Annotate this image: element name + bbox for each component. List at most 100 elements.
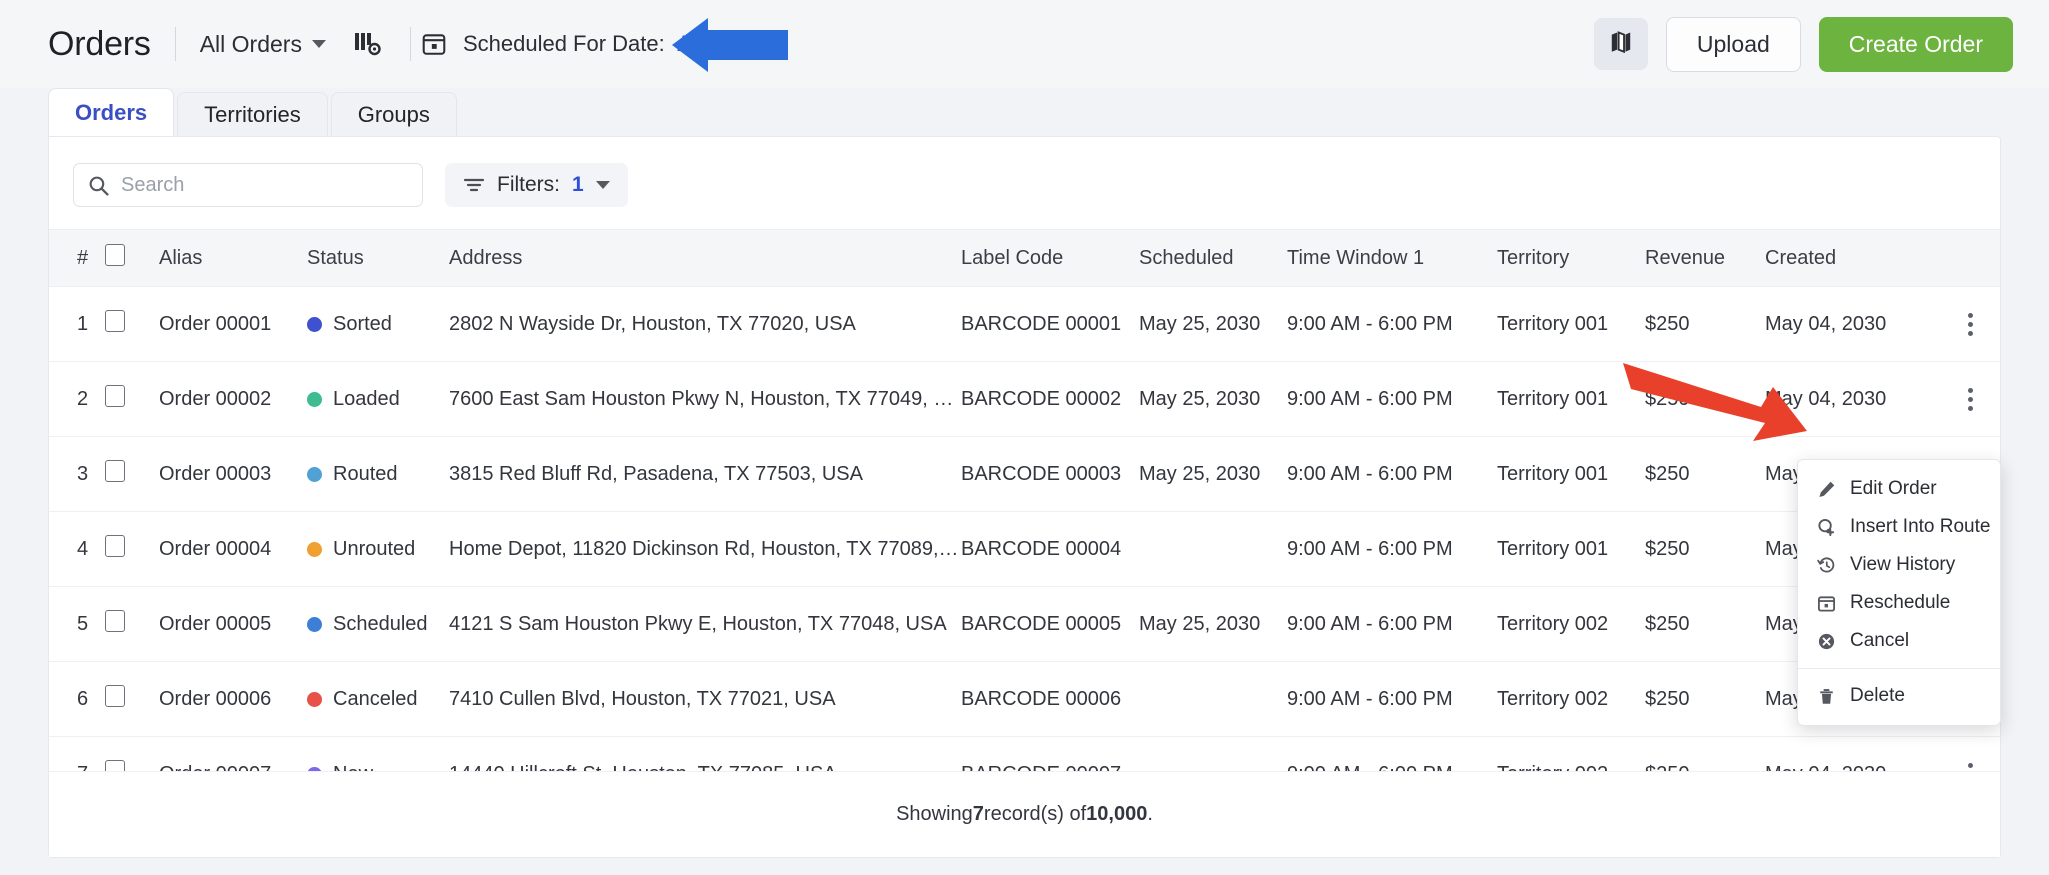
search-box[interactable]	[73, 163, 423, 207]
map-icon	[1608, 29, 1634, 60]
cell-label-code: BARCODE 00004	[961, 511, 1139, 587]
row-context-menu: Edit Order Insert Into Route View Histor…	[1797, 459, 2001, 726]
cell-territory: Territory 002	[1497, 661, 1645, 737]
cell-alias: Order 00002	[159, 361, 307, 437]
cell-time-window: 9:00 AM - 6:00 PM	[1287, 511, 1497, 587]
th-created[interactable]: Created	[1765, 229, 1940, 287]
orders-panel: Filters: 1 # Alias Status Address Label …	[48, 136, 2001, 858]
tab-groups-label: Groups	[357, 101, 430, 127]
cell-status: Loaded	[307, 361, 449, 437]
cell-scheduled: May 25, 2030	[1139, 286, 1287, 362]
status-label: Sorted	[333, 312, 392, 335]
filters-button[interactable]: Filters: 1	[445, 163, 628, 207]
columns-settings-icon[interactable]	[354, 31, 382, 57]
tab-groups[interactable]: Groups	[330, 92, 457, 136]
row-checkbox[interactable]	[105, 685, 125, 707]
cell-territory: Territory 001	[1497, 286, 1645, 362]
table-body: 1 Order 00001 Sorted 2802 N Wayside Dr, Hou…	[49, 286, 2000, 812]
cell-time-window: 9:00 AM - 6:00 PM	[1287, 661, 1497, 737]
row-checkbox[interactable]	[105, 310, 125, 332]
context-menu-divider	[1798, 668, 2000, 669]
th-address[interactable]: Address	[449, 229, 961, 287]
all-orders-dropdown[interactable]: All Orders	[200, 31, 326, 58]
cell-time-window: 9:00 AM - 6:00 PM	[1287, 286, 1497, 362]
status-dot	[307, 616, 322, 632]
cancel-circle-icon	[1816, 631, 1836, 651]
context-menu-label: Edit Order	[1850, 478, 1937, 499]
cell-created: May 04, 2030	[1765, 286, 1940, 362]
cell-index: 5	[49, 586, 105, 662]
cell-alias: Order 00003	[159, 436, 307, 512]
status-dot	[307, 316, 322, 332]
table-row[interactable]: 4 Order 00004 Unrouted Home Depot, 11820 Di…	[49, 511, 2000, 587]
tab-territories-label: Territories	[204, 101, 301, 127]
scheduled-for-date-label: Scheduled For Date:	[462, 31, 665, 56]
footer-total: 10,000	[1086, 803, 1148, 825]
footer-prefix: Showing	[896, 803, 973, 825]
table-row[interactable]: 1 Order 00001 Sorted 2802 N Wayside Dr, Hou…	[49, 286, 2000, 362]
tab-orders[interactable]: Orders	[48, 88, 175, 136]
cell-status: Canceled	[307, 661, 449, 737]
create-order-button[interactable]: Create Order	[1818, 16, 2013, 72]
row-actions-kebab-icon[interactable]	[1940, 387, 2000, 411]
trash-icon	[1816, 686, 1836, 706]
table-row[interactable]: 5 Order 00005 Scheduled 4121 S Sam Houston …	[49, 586, 2000, 662]
th-index[interactable]: #	[49, 229, 105, 287]
context-menu-item-cancel[interactable]: Cancel	[1798, 622, 2000, 660]
status-label: Scheduled	[333, 612, 428, 635]
search-icon	[88, 175, 109, 196]
th-label-code[interactable]: Label Code	[961, 229, 1139, 287]
status-dot	[307, 391, 322, 407]
cell-index: 1	[49, 286, 105, 362]
status-dot	[307, 466, 322, 482]
context-menu-item-reschedule[interactable]: Reschedule	[1798, 584, 2000, 622]
top-bar: Orders All Orders Scheduled For Date: Al…	[0, 0, 2049, 88]
cell-label-code: BARCODE 00002	[961, 361, 1139, 437]
select-all-checkbox[interactable]	[105, 244, 125, 266]
th-time-window[interactable]: Time Window 1	[1287, 229, 1497, 287]
cell-select	[105, 436, 159, 512]
context-menu-item-edit-order[interactable]: Edit Order	[1798, 470, 2000, 508]
row-actions-kebab-icon[interactable]	[1940, 312, 2000, 336]
status-label: Loaded	[333, 387, 400, 410]
cell-scheduled	[1139, 511, 1287, 587]
status-label: Canceled	[333, 687, 418, 710]
context-menu-item-view-history[interactable]: View History	[1798, 546, 2000, 584]
th-territory[interactable]: Territory	[1497, 229, 1645, 287]
row-checkbox[interactable]	[105, 385, 125, 407]
context-menu-label: View History	[1850, 554, 1956, 575]
insert-route-icon	[1816, 517, 1836, 537]
context-menu-item-insert-into-route[interactable]: Insert Into Route	[1798, 508, 2000, 546]
cell-status: Routed	[307, 436, 449, 512]
cell-scheduled	[1139, 661, 1287, 737]
context-menu-item-delete[interactable]: Delete	[1798, 677, 2000, 715]
table-row[interactable]: 6 Order 00006 Canceled 7410 Cullen Blvd, Ho…	[49, 661, 2000, 737]
divider	[409, 27, 411, 61]
cell-territory: Territory 001	[1497, 511, 1645, 587]
th-scheduled[interactable]: Scheduled	[1139, 229, 1287, 287]
row-checkbox[interactable]	[105, 610, 125, 632]
upload-button[interactable]: Upload	[1665, 16, 1801, 72]
table-header: # Alias Status Address Label Code Schedu…	[49, 229, 2000, 287]
context-menu-label: Insert Into Route	[1850, 516, 1991, 537]
search-input[interactable]	[121, 173, 408, 197]
status-dot	[307, 691, 322, 707]
cell-label-code: BARCODE 00001	[961, 286, 1139, 362]
cell-revenue: $250	[1645, 361, 1765, 437]
th-alias[interactable]: Alias	[159, 229, 307, 287]
table-row[interactable]: 3 Order 00003 Routed 3815 Red Bluff Rd, Pas…	[49, 436, 2000, 512]
row-checkbox[interactable]	[105, 535, 125, 557]
table-row[interactable]: 2 Order 00002 Loaded 7600 East Sam Houston …	[49, 361, 2000, 437]
cell-alias: Order 00001	[159, 286, 307, 362]
cell-revenue: $250	[1645, 436, 1765, 512]
cell-time-window: 9:00 AM - 6:00 PM	[1287, 436, 1497, 512]
th-revenue[interactable]: Revenue	[1645, 229, 1765, 287]
cell-status: Unrouted	[307, 511, 449, 587]
scheduled-for-date-dropdown[interactable]: Scheduled For Date: All time	[421, 31, 783, 57]
tab-territories[interactable]: Territories	[177, 92, 328, 136]
map-icon-button[interactable]	[1593, 18, 1648, 70]
tab-bar: Orders Territories Groups	[0, 88, 2049, 136]
th-status[interactable]: Status	[307, 229, 449, 287]
row-checkbox[interactable]	[105, 460, 125, 482]
chevron-down-icon	[595, 181, 610, 189]
